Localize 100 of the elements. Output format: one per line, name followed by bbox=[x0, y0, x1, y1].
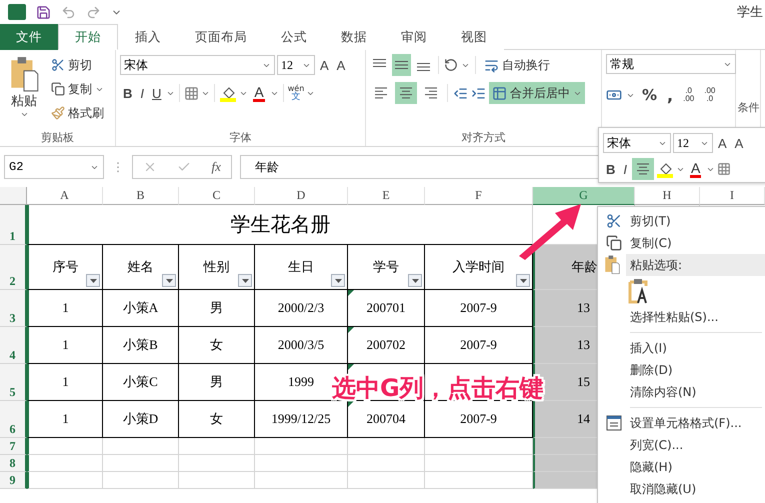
borders-icon[interactable] bbox=[717, 162, 732, 176]
font-size-select[interactable]: 12 bbox=[673, 133, 713, 153]
italic-button[interactable]: I bbox=[620, 158, 630, 180]
underline-button[interactable]: U bbox=[149, 82, 164, 104]
filter-button[interactable] bbox=[86, 274, 100, 287]
shrink-font-button[interactable]: A bbox=[334, 54, 348, 76]
row-header[interactable]: 2 bbox=[0, 245, 27, 290]
shrink-font-button[interactable]: A bbox=[732, 132, 746, 154]
italic-button[interactable]: I bbox=[137, 82, 148, 104]
align-icon bbox=[417, 63, 430, 71]
align-icon bbox=[398, 85, 414, 101]
row-header[interactable]: 8 bbox=[0, 455, 27, 472]
format-cells-icon bbox=[606, 415, 622, 431]
remove-decimal-button[interactable]: .00 .0 bbox=[701, 82, 718, 108]
vertical-align-button[interactable] bbox=[392, 54, 411, 76]
scissors-icon bbox=[606, 213, 622, 229]
add-decimal-button[interactable]: .0 .00 bbox=[680, 82, 698, 108]
row-header[interactable]: 5 bbox=[0, 364, 27, 401]
font-select[interactable]: 宋体 bbox=[603, 133, 671, 153]
format-painter-button[interactable]: 格式刷 bbox=[48, 102, 107, 124]
ribbon-tab[interactable]: 开始 bbox=[58, 24, 118, 50]
cut-button[interactable]: 剪切 bbox=[48, 54, 107, 76]
comma-button[interactable]: , bbox=[664, 84, 676, 106]
insert-function-button[interactable]: fx bbox=[212, 159, 221, 175]
error-indicator-icon bbox=[348, 327, 354, 333]
grow-font-button[interactable]: A bbox=[715, 132, 730, 154]
column-header[interactable]: F bbox=[425, 187, 533, 205]
table-cell: 小策C bbox=[103, 364, 179, 401]
filter-button[interactable] bbox=[238, 274, 252, 287]
table-cell: 200704 bbox=[348, 401, 425, 438]
menu-item[interactable]: 隐藏(H) bbox=[598, 456, 765, 478]
wrap-text-button[interactable]: 自动换行 bbox=[481, 54, 553, 76]
header-cell: 性别 bbox=[179, 245, 255, 290]
column-header[interactable]: E bbox=[348, 187, 425, 205]
phonetic-button[interactable]: wén 文 bbox=[288, 84, 304, 102]
group-label: 条件 bbox=[737, 100, 760, 116]
copy-button[interactable]: 复制 bbox=[48, 78, 107, 100]
filter-button[interactable] bbox=[408, 274, 422, 287]
column-header[interactable]: I bbox=[700, 187, 765, 205]
align-icon bbox=[373, 59, 386, 67]
row-header[interactable]: 7 bbox=[0, 438, 27, 455]
filter-button[interactable] bbox=[331, 274, 345, 287]
orientation-icon[interactable] bbox=[444, 58, 458, 72]
bold-button[interactable]: B bbox=[603, 158, 618, 180]
table-cell: 小策A bbox=[103, 290, 179, 327]
decrease-indent-icon[interactable] bbox=[453, 86, 468, 100]
font-color-button[interactable]: A bbox=[250, 82, 268, 104]
ribbon-tab[interactable]: 文件 bbox=[0, 24, 58, 50]
row-header[interactable]: 9 bbox=[0, 472, 27, 489]
grow-font-button[interactable]: A bbox=[317, 54, 332, 76]
clipboard-icon bbox=[604, 255, 620, 275]
align-icon bbox=[373, 85, 389, 101]
column-header[interactable]: C bbox=[179, 187, 255, 205]
paste-button[interactable]: 粘贴 bbox=[4, 54, 44, 130]
name-box[interactable]: G2 bbox=[4, 155, 104, 179]
column-header[interactable]: A bbox=[27, 187, 103, 205]
table-cell: 小策D bbox=[103, 401, 179, 438]
table-cell: 1 bbox=[27, 290, 103, 327]
borders-icon[interactable] bbox=[184, 86, 200, 100]
row-header[interactable]: 4 bbox=[0, 327, 27, 364]
increase-indent-icon[interactable] bbox=[471, 86, 486, 100]
caret-icon bbox=[412, 278, 418, 282]
group-label: 字体 bbox=[228, 130, 252, 146]
table-cell: 200702 bbox=[348, 327, 425, 364]
table-cell: 女 bbox=[179, 327, 255, 364]
menu-item[interactable]: 取消隐藏(U) bbox=[598, 478, 765, 500]
font-color-button[interactable]: A bbox=[687, 158, 704, 180]
row-header[interactable]: 6 bbox=[0, 401, 27, 438]
group-label: 对齐方式 bbox=[460, 130, 506, 146]
center-button[interactable] bbox=[632, 158, 654, 180]
font-select[interactable]: 宋体 bbox=[120, 55, 275, 75]
font-size-select[interactable]: 12 bbox=[277, 55, 315, 75]
row-header[interactable]: 3 bbox=[0, 290, 27, 327]
column-header[interactable]: G bbox=[533, 187, 635, 205]
table-cell: 小策B bbox=[103, 327, 179, 364]
horizontal-align-button[interactable] bbox=[395, 82, 417, 104]
save-icon[interactable] bbox=[36, 4, 51, 20]
column-header[interactable]: H bbox=[635, 187, 700, 205]
menu-item[interactable]: 剪切(T) bbox=[598, 210, 765, 232]
merge-center-button[interactable]: 合并后居中 bbox=[489, 82, 585, 104]
filter-button[interactable] bbox=[516, 274, 530, 287]
wrap-text-icon bbox=[484, 58, 499, 72]
table-cell: 200701 bbox=[348, 290, 425, 327]
merge-cells-icon bbox=[492, 86, 507, 100]
header-cell: 姓名 bbox=[103, 245, 179, 290]
bold-button[interactable]: B bbox=[120, 82, 136, 104]
number-format-select[interactable]: 常规 bbox=[606, 54, 736, 74]
column-header[interactable]: B bbox=[103, 187, 179, 205]
column-header[interactable]: D bbox=[255, 187, 348, 205]
copy-icon bbox=[51, 82, 65, 96]
paintbrush-icon bbox=[51, 106, 65, 120]
table-cell: 1999/12/25 bbox=[255, 401, 348, 438]
align-icon bbox=[635, 161, 652, 177]
clipboard-icon bbox=[9, 56, 39, 92]
percent-button[interactable]: % bbox=[639, 84, 660, 106]
row-header[interactable]: 1 bbox=[0, 205, 27, 245]
filter-button[interactable] bbox=[162, 274, 176, 287]
table-cell: 1 bbox=[27, 327, 103, 364]
paste-values-icon[interactable] bbox=[628, 278, 648, 304]
header-cell: 生日 bbox=[255, 245, 348, 290]
